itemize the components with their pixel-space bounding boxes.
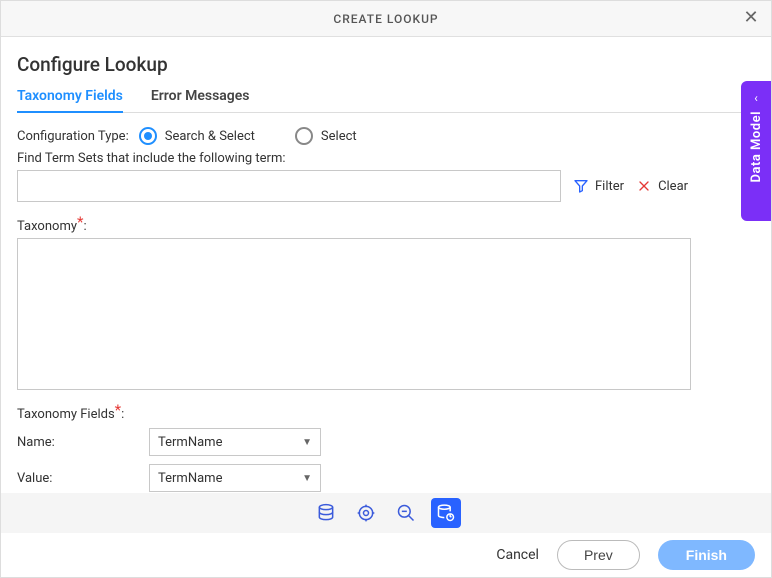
side-panel-label: Data Model (749, 111, 764, 182)
taxonomy-fields-label: Taxonomy Fields (17, 407, 115, 422)
name-label: Name: (17, 435, 149, 450)
taxonomy-fields-label-row: Taxonomy Fields*: (17, 404, 755, 422)
config-type-row: Configuration Type: Search & Select Sele… (17, 127, 755, 145)
clear-label: Clear (658, 179, 688, 194)
filter-icon (573, 178, 589, 194)
side-panel-data-model[interactable]: ‹ Data Model (741, 81, 771, 221)
step-zoom-out-icon[interactable] (391, 498, 421, 528)
value-select-value: TermName (158, 471, 222, 486)
config-type-radiogroup: Search & Select Select (139, 127, 357, 145)
page-heading: Configure Lookup (17, 53, 755, 76)
chevron-down-icon: ▼ (302, 473, 312, 484)
name-field-row: Name: TermName ▼ (17, 428, 755, 456)
tab-error-messages[interactable]: Error Messages (151, 88, 250, 112)
prev-button[interactable]: Prev (557, 540, 640, 570)
clear-button[interactable]: Clear (636, 178, 688, 194)
value-field-row: Value: TermName ▼ (17, 464, 755, 492)
cancel-button[interactable]: Cancel (496, 547, 539, 563)
footer: Cancel Prev Finish (1, 533, 771, 577)
taxonomy-label: Taxonomy (17, 219, 77, 234)
tabs: Taxonomy Fields Error Messages (17, 88, 755, 113)
colon: : (121, 407, 124, 422)
step-database-icon[interactable] (311, 498, 341, 528)
value-select[interactable]: TermName ▼ (149, 464, 321, 492)
finish-button[interactable]: Finish (658, 540, 755, 570)
titlebar: CREATE LOOKUP ✕ (1, 1, 771, 37)
colon: : (83, 219, 86, 234)
chevron-left-icon: ‹ (754, 91, 758, 105)
radio-icon (295, 127, 313, 145)
chevron-down-icon: ▼ (302, 437, 312, 448)
radio-label: Select (321, 129, 357, 144)
wizard-step-icons (1, 493, 771, 533)
config-type-label: Configuration Type: (17, 129, 129, 144)
radio-label: Search & Select (165, 129, 255, 144)
content-area: Configure Lookup Taxonomy Fields Error M… (1, 37, 771, 492)
radio-search-select[interactable]: Search & Select (139, 127, 255, 145)
filter-button[interactable]: Filter (573, 178, 624, 194)
close-button[interactable]: ✕ (741, 9, 761, 29)
search-row: Filter Clear (17, 170, 755, 202)
required-asterisk: * (77, 213, 83, 231)
step-database-config-icon[interactable] (431, 498, 461, 528)
name-select-value: TermName (158, 435, 222, 450)
value-label: Value: (17, 471, 149, 486)
filter-label: Filter (595, 179, 624, 194)
tab-taxonomy-fields[interactable]: Taxonomy Fields (17, 88, 123, 112)
required-asterisk: * (115, 401, 121, 419)
radio-select[interactable]: Select (295, 127, 357, 145)
radio-icon (139, 127, 157, 145)
taxonomy-listbox[interactable] (17, 238, 691, 390)
clear-icon (636, 178, 652, 194)
dialog-title: CREATE LOOKUP (333, 12, 438, 26)
name-select[interactable]: TermName ▼ (149, 428, 321, 456)
taxonomy-label-row: Taxonomy*: (17, 216, 755, 234)
search-hint: Find Term Sets that include the followin… (17, 151, 755, 166)
search-input[interactable] (17, 170, 561, 202)
close-icon: ✕ (743, 7, 758, 28)
step-gear-target-icon[interactable] (351, 498, 381, 528)
